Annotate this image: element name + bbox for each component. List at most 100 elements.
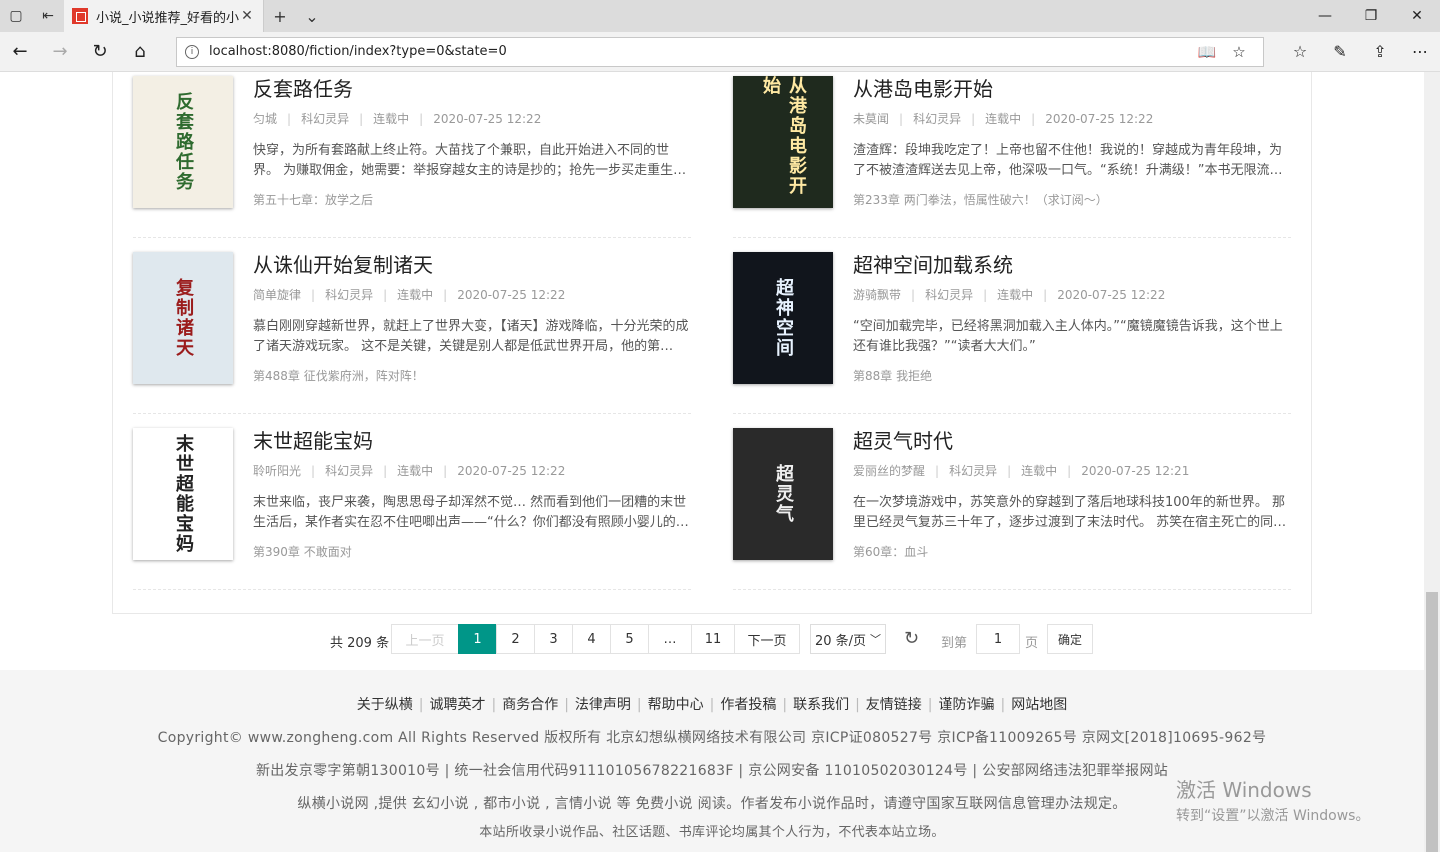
book-genre[interactable]: 科幻灵异 bbox=[325, 288, 373, 302]
book-card[interactable]: 反套路任务 反套路任务 匀城 | 科幻灵异 | 连载中 | 2020-07-25 12:22 快穿… bbox=[133, 72, 691, 238]
footer-link[interactable]: 谨防诈骗 bbox=[939, 697, 995, 713]
forward-icon[interactable]: → bbox=[40, 32, 80, 72]
refresh-icon[interactable]: ↻ bbox=[80, 32, 120, 72]
latest-chapter[interactable]: 第233章 两门拳法，悟属性破六！（求订阅～） bbox=[853, 191, 1291, 208]
favorites-icon[interactable]: ☆ bbox=[1280, 42, 1320, 61]
home-icon[interactable]: ⌂ bbox=[120, 32, 160, 72]
latest-chapter[interactable]: 第88章 我拒绝 bbox=[853, 367, 1291, 384]
book-author[interactable]: 简单旋律 bbox=[253, 288, 301, 302]
vertical-scrollbar[interactable] bbox=[1424, 72, 1440, 852]
book-title[interactable]: 超神空间加载系统 bbox=[853, 252, 1291, 278]
restore-icon[interactable]: ❐ bbox=[1348, 0, 1394, 32]
book-author[interactable]: 爱丽丝的梦醒 bbox=[853, 464, 925, 478]
footer-link[interactable]: 法律声明 bbox=[575, 697, 631, 713]
share-icon[interactable]: ⇪ bbox=[1360, 42, 1400, 61]
page-button-4[interactable]: 4 bbox=[572, 624, 611, 654]
goto-confirm-button[interactable]: 确定 bbox=[1047, 624, 1093, 654]
watermark-subtitle: 转到“设置”以激活 Windows。 bbox=[1176, 808, 1370, 824]
site-info-icon[interactable]: i bbox=[185, 44, 199, 59]
book-card[interactable]: 末世超能宝妈 末世超能宝妈 聆听阳光 | 科幻灵异 | 连载中 | 2020-07-25 12:… bbox=[133, 414, 691, 590]
footer-link[interactable]: 友情链接 bbox=[866, 697, 922, 713]
book-genre[interactable]: 科幻灵异 bbox=[913, 112, 961, 126]
book-cover[interactable]: 从港岛电影开始 bbox=[733, 76, 833, 208]
refresh-list-icon[interactable]: ↻ bbox=[904, 628, 919, 649]
book-cover[interactable]: 复制诸天 bbox=[133, 252, 233, 384]
book-title[interactable]: 末世超能宝妈 bbox=[253, 428, 691, 454]
book-author[interactable]: 聆听阳光 bbox=[253, 464, 301, 478]
book-genre[interactable]: 科幻灵异 bbox=[949, 464, 997, 478]
book-card[interactable]: 超灵气 超灵气时代 爱丽丝的梦醒 | 科幻灵异 | 连载中 | 2020-07-25 12:21… bbox=[733, 414, 1291, 590]
back-icon[interactable]: ← bbox=[0, 32, 40, 72]
book-author[interactable]: 游骑飘带 bbox=[853, 288, 901, 302]
book-cover[interactable]: 末世超能宝妈 bbox=[133, 428, 233, 560]
book-status: 连载中 bbox=[397, 464, 434, 478]
close-window-icon[interactable]: ✕ bbox=[1394, 0, 1440, 32]
close-tab-icon[interactable]: ✕ bbox=[239, 8, 255, 24]
pagination: 共 209 条 上一页 1 2 3 4 5 … 11 下一页 20 条/页 ﹀ … bbox=[0, 624, 1424, 656]
book-card[interactable]: 超神空间 超神空间加载系统 游骑飘带 | 科幻灵异 | 连载中 | 2020-07-25 12:… bbox=[733, 238, 1291, 414]
book-cover[interactable]: 超神空间 bbox=[733, 252, 833, 384]
footer-link[interactable]: 关于纵横 bbox=[357, 697, 413, 713]
minimize-icon[interactable]: — bbox=[1302, 0, 1348, 32]
watermark-title: 激活 Windows bbox=[1176, 778, 1312, 802]
book-author[interactable]: 匀城 bbox=[253, 112, 277, 126]
book-genre[interactable]: 科幻灵异 bbox=[301, 112, 349, 126]
book-description: 快穿，为所有套路献上终止符。大苗找了个兼职，自此开始进入不同的世界。 为赚取佣金… bbox=[253, 143, 687, 178]
next-page-button[interactable]: 下一页 bbox=[734, 624, 800, 654]
page-button-5[interactable]: 5 bbox=[610, 624, 649, 654]
goto-page-input[interactable]: 1 bbox=[976, 624, 1020, 654]
reading-view-icon[interactable]: 📖 bbox=[1191, 43, 1223, 61]
footer-link[interactable]: 商务合作 bbox=[502, 697, 558, 713]
book-cover[interactable]: 反套路任务 bbox=[133, 76, 233, 208]
page-button-11[interactable]: 11 bbox=[691, 624, 735, 654]
latest-chapter[interactable]: 第390章 不敢面对 bbox=[253, 543, 691, 560]
set-aside-tabs-icon[interactable]: ⇤ bbox=[32, 0, 64, 32]
book-genre[interactable]: 科幻灵异 bbox=[925, 288, 973, 302]
page-ellipsis[interactable]: … bbox=[648, 624, 692, 654]
book-card[interactable]: 从港岛电影开始 从港岛电影开始 未莫闻 | 科幻灵异 | 连载中 | 2020-07-25 12… bbox=[733, 72, 1291, 238]
footer-link[interactable]: 网站地图 bbox=[1011, 697, 1067, 713]
footer-links: 关于纵横 | 诚聘英才 | 商务合作 | 法律声明 | 帮助中心 | 作者投稿 | 联系我们 | 友情链接 |… bbox=[0, 670, 1424, 714]
page-button-3[interactable]: 3 bbox=[534, 624, 573, 654]
book-meta: 匀城 | 科幻灵异 | 连载中 | 2020-07-25 12:22 bbox=[253, 112, 542, 126]
book-meta: 未莫闻 | 科幻灵异 | 连载中 | 2020-07-25 12:22 bbox=[853, 112, 1154, 126]
tab-actions-icon[interactable]: ▢ bbox=[0, 0, 32, 32]
footer-link[interactable]: 诚聘英才 bbox=[429, 697, 485, 713]
footer-link[interactable]: 帮助中心 bbox=[648, 697, 704, 713]
book-cover[interactable]: 超灵气 bbox=[733, 428, 833, 560]
footer-link[interactable]: 作者投稿 bbox=[720, 697, 776, 713]
book-title[interactable]: 超灵气时代 bbox=[853, 428, 1291, 454]
favorite-star-icon[interactable]: ☆ bbox=[1223, 43, 1255, 61]
book-description: 在一次梦境游戏中，苏笑意外的穿越到了落后地球科技100年的新世界。 那里已经灵气… bbox=[853, 495, 1287, 530]
address-input[interactable]: i localhost:8080/fiction/index?type=0&st… bbox=[176, 36, 1264, 67]
book-author[interactable]: 未莫闻 bbox=[853, 112, 889, 126]
book-title[interactable]: 从港岛电影开始 bbox=[853, 76, 1291, 102]
tab-list-chevron-icon[interactable]: ⌄ bbox=[296, 7, 328, 26]
book-title[interactable]: 反套路任务 bbox=[253, 76, 691, 102]
more-icon[interactable]: ⋯ bbox=[1400, 42, 1440, 61]
footer-link[interactable]: 联系我们 bbox=[793, 697, 849, 713]
latest-chapter[interactable]: 第60章：血斗 bbox=[853, 543, 1291, 560]
prev-page-button[interactable]: 上一页 bbox=[391, 624, 459, 654]
pen-icon[interactable]: ✎ bbox=[1320, 42, 1360, 61]
footer-link-divider: | bbox=[709, 697, 715, 713]
new-tab-icon[interactable]: + bbox=[264, 7, 296, 26]
book-update-time: 2020-07-25 12:22 bbox=[433, 112, 542, 126]
footer-link-divider: | bbox=[491, 697, 497, 713]
book-title[interactable]: 从诛仙开始复制诸天 bbox=[253, 252, 691, 278]
page-button-2[interactable]: 2 bbox=[496, 624, 535, 654]
page-button-1[interactable]: 1 bbox=[458, 624, 497, 654]
active-tab[interactable]: 小说_小说推荐_好看的小说 ✕ bbox=[64, 0, 264, 32]
latest-chapter[interactable]: 第五十七章：放学之后 bbox=[253, 191, 691, 208]
book-status: 连载中 bbox=[1021, 464, 1058, 478]
goto-label: 到第 bbox=[941, 636, 968, 651]
scrollbar-thumb[interactable] bbox=[1426, 592, 1438, 852]
book-description: “空间加载完毕，已经将黑洞加载入主人体内。”“魔镜魔镜告诉我，这个世上还有谁比我… bbox=[853, 319, 1283, 354]
book-description: 慕白刚刚穿越新世界，就赶上了世界大变，【诸天】游戏降临，十分光荣的成了诸天游戏玩… bbox=[253, 319, 689, 354]
book-genre[interactable]: 科幻灵异 bbox=[325, 464, 373, 478]
book-meta: 简单旋律 | 科幻灵异 | 连载中 | 2020-07-25 12:22 bbox=[253, 288, 566, 302]
book-card[interactable]: 复制诸天 从诛仙开始复制诸天简单旋律 | 科幻灵异 | 连载中 | 2020-07-25 12… bbox=[133, 238, 691, 414]
book-update-time: 2020-07-25 12:22 bbox=[457, 288, 566, 302]
latest-chapter[interactable]: 第488章 征伐紫府洲，阵对阵！ bbox=[253, 367, 691, 384]
page-size-select[interactable]: 20 条/页 ﹀ bbox=[810, 624, 886, 654]
